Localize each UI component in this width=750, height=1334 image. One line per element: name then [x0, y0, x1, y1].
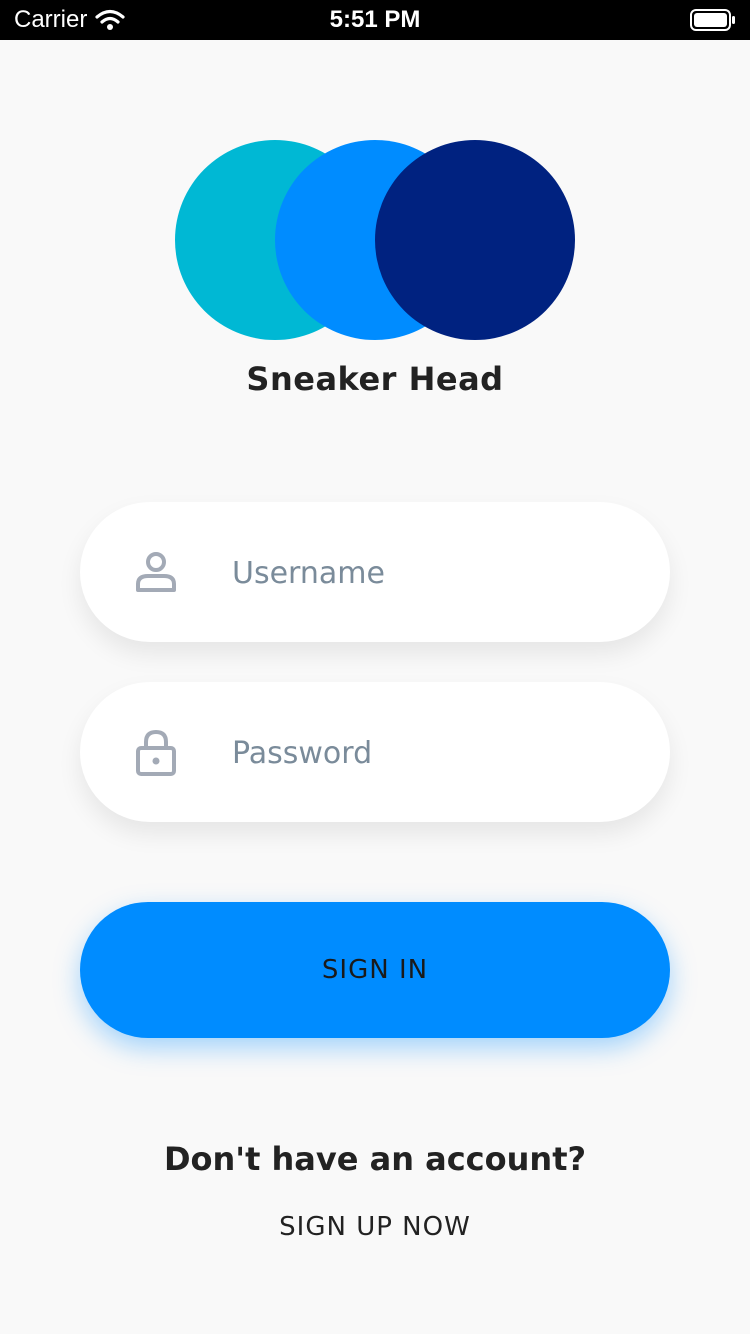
status-bar: Carrier 5:51 PM — [0, 0, 750, 40]
password-field[interactable] — [80, 682, 670, 822]
username-input[interactable] — [230, 532, 634, 614]
logo-circle-navy — [375, 140, 575, 340]
password-input[interactable] — [230, 712, 634, 794]
user-icon — [136, 552, 176, 592]
username-field[interactable] — [80, 502, 670, 642]
app-logo — [175, 140, 575, 340]
app-name: Sneaker Head — [246, 360, 504, 398]
status-time: 5:51 PM — [329, 6, 421, 33]
sign-in-button[interactable]: SIGN IN — [80, 902, 670, 1038]
battery-icon — [690, 9, 736, 38]
lock-icon — [136, 729, 176, 776]
no-account-prompt: Don't have an account? — [163, 1140, 587, 1178]
sign-up-link[interactable]: SIGN UP NOW — [0, 1212, 750, 1242]
